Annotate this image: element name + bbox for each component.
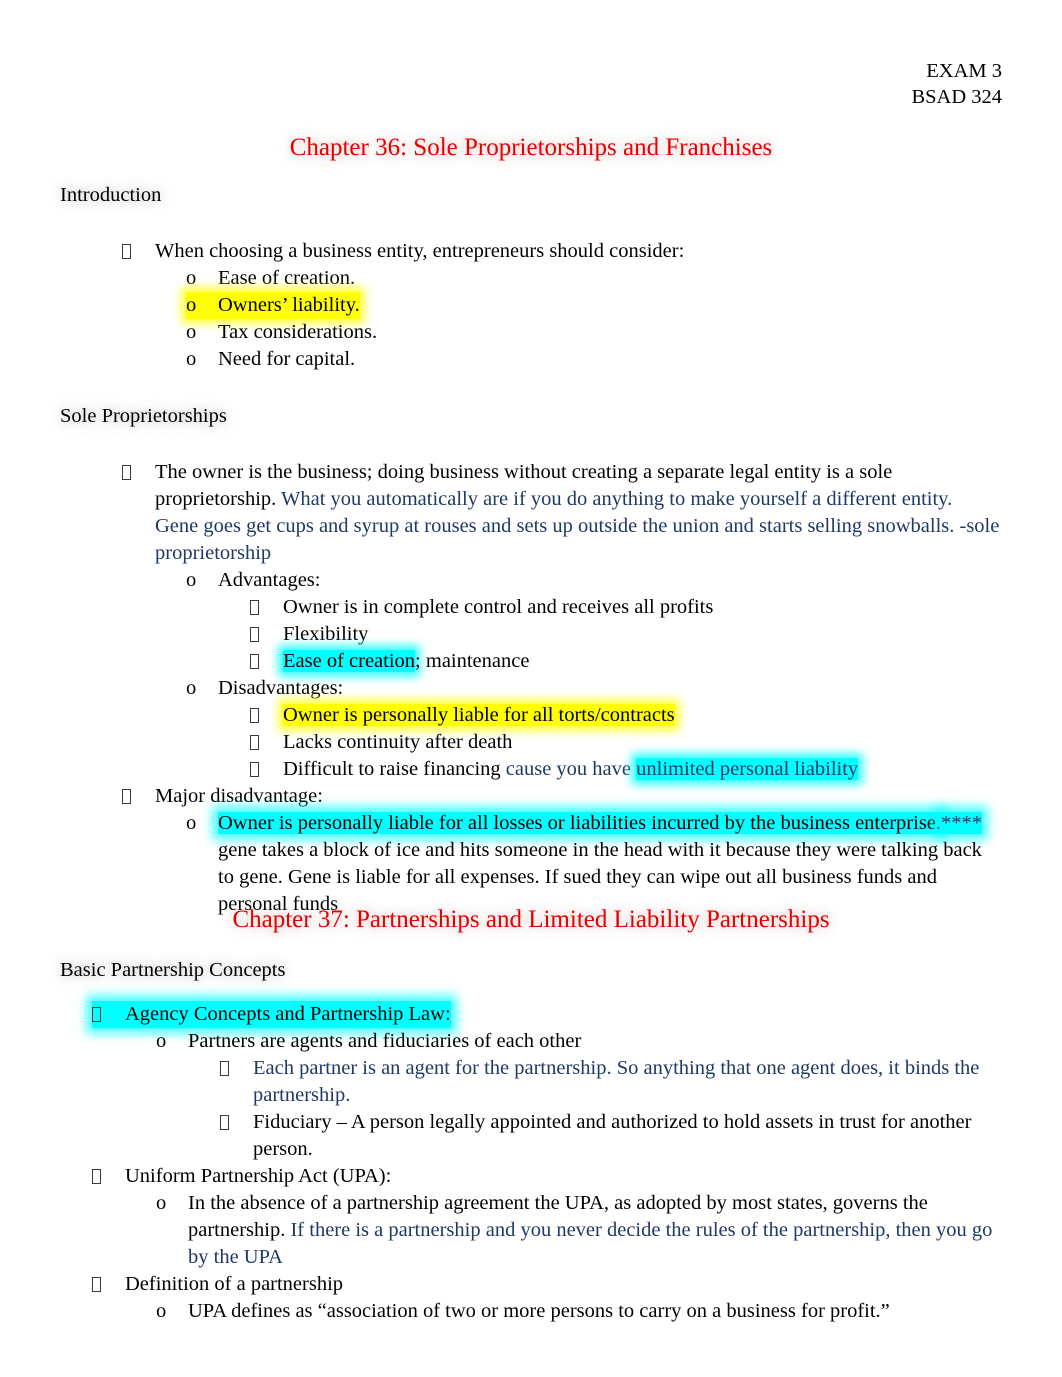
list-item-text: Ease of creation; maintenance	[283, 648, 1062, 675]
circle-bullet-icon: o	[186, 677, 197, 699]
circle-bullet-icon: o	[186, 348, 197, 370]
list-item-text-rest: gene takes a block of ice and hits someo…	[218, 839, 982, 915]
list-item: Fiduciary – A person legally appointed a…	[220, 1109, 1062, 1163]
course-label: BSAD 324	[911, 86, 1002, 108]
list-item-text: The owner is the business; doing busines…	[155, 459, 1000, 567]
list-item-text: Agency Concepts and Partnership Law:	[125, 1003, 451, 1025]
stars-marker: ****	[941, 812, 983, 834]
wingding-bullet-icon	[220, 1109, 253, 1136]
wingding-bullet-icon	[250, 594, 283, 621]
list-item-text: Need for capital.	[218, 348, 356, 370]
chapter-36-block: Chapter 36: Sole Proprietorships and Fra…	[0, 133, 1062, 918]
list-item-text: Owner is in complete control and receive…	[283, 596, 714, 618]
list-item-text: Disadvantages:	[218, 677, 344, 699]
wingding-bullet-icon	[122, 783, 155, 810]
chapter-37-block: Chapter 37: Partnerships and Limited Lia…	[0, 905, 1062, 1325]
heading-sole-proprietorships: Sole Proprietorships	[60, 405, 227, 427]
list-item-text: Lacks continuity after death	[283, 731, 513, 753]
circle-bullet-icon: o	[186, 294, 197, 316]
wingding-bullet-icon	[92, 1163, 125, 1190]
list-item: Uniform Partnership Act (UPA):	[92, 1163, 1062, 1190]
circle-bullet-icon: o	[156, 1192, 167, 1214]
wingding-bullet-icon	[250, 756, 283, 783]
list-item: Owner is in complete control and receive…	[250, 594, 1062, 621]
list-item: Flexibility	[250, 621, 1062, 648]
list-item-text: UPA defines as “association of two or mo…	[188, 1300, 890, 1322]
chapter-37-title: Chapter 37: Partnerships and Limited Lia…	[232, 906, 830, 933]
wingding-bullet-icon	[92, 1001, 125, 1028]
document-page: EXAM 3 BSAD 324 Chapter 36: Sole Proprie…	[0, 0, 1062, 1377]
circle-bullet-icon: o	[186, 267, 197, 289]
wingding-bullet-icon	[220, 1055, 253, 1082]
list-item: When choosing a business entity, entrepr…	[122, 238, 1062, 265]
list-item-text: Advantages:	[218, 569, 321, 591]
document-header: EXAM 3 BSAD 324	[911, 58, 1002, 110]
list-item: Owner is personally liable for all torts…	[250, 702, 1062, 729]
wingding-bullet-icon	[250, 729, 283, 756]
highlighted-text: Owner is personally liable for all torts…	[283, 704, 675, 726]
annotation-text: cause you have	[505, 758, 637, 780]
sole-prop-annotation: What you automatically are if you do any…	[155, 488, 1000, 564]
list-item-text: When choosing a business entity, entrepr…	[155, 240, 685, 262]
list-item-text: Major disadvantage:	[155, 785, 323, 807]
list-item: o Owners’ liability.	[186, 292, 1062, 319]
list-item: o Ease of creation.	[186, 265, 1062, 292]
list-item: Definition of a partnership	[92, 1271, 1062, 1298]
list-item-text: Owners’ liability.	[218, 294, 360, 316]
circle-bullet-icon: o	[186, 569, 197, 591]
list-item: o UPA defines as “association of two or …	[156, 1298, 1062, 1325]
list-item: o Owner is personally liable for all los…	[186, 810, 1062, 918]
list-item: o Tax considerations.	[186, 319, 1062, 346]
list-item-text: Fiduciary – A person legally appointed a…	[253, 1111, 972, 1160]
wingding-bullet-icon	[250, 648, 283, 675]
heading-introduction: Introduction	[60, 184, 162, 206]
list-item-text: Each partner is an agent for the partner…	[253, 1057, 980, 1106]
wingding-bullet-icon	[250, 621, 283, 648]
list-item-text: Difficult to raise financing	[283, 758, 506, 780]
list-item: Each partner is an agent for the partner…	[220, 1055, 1062, 1109]
chapter-36-title: Chapter 36: Sole Proprietorships and Fra…	[289, 134, 773, 161]
list-item: o Advantages:	[186, 567, 1062, 594]
highlighted-text: Owner is personally liable for all losse…	[218, 812, 942, 834]
list-item: The owner is the business; doing busines…	[122, 459, 1062, 567]
circle-bullet-icon: o	[156, 1030, 167, 1052]
list-item-text: Uniform Partnership Act (UPA):	[125, 1165, 392, 1187]
annotation-text: If there is a partnership and you never …	[188, 1219, 993, 1268]
exam-label: EXAM 3	[926, 60, 1002, 82]
list-item-text: Flexibility	[283, 623, 369, 645]
list-item: o In the absence of a partnership agreem…	[156, 1190, 1062, 1271]
list-item: Major disadvantage:	[122, 783, 1062, 810]
list-item: Difficult to raise financing cause you h…	[250, 756, 1062, 783]
list-item: o Partners are agents and fiduciaries of…	[156, 1028, 1062, 1055]
circle-bullet-icon: o	[186, 321, 197, 343]
circle-bullet-icon: o	[156, 1300, 167, 1322]
list-item-text: Tax considerations.	[218, 321, 378, 343]
wingding-bullet-icon	[122, 238, 155, 265]
list-item: Lacks continuity after death	[250, 729, 1062, 756]
list-item-text-rest: ; maintenance	[415, 650, 530, 672]
list-item: Ease of creation; maintenance	[250, 648, 1062, 675]
highlighted-text: Ease of creation	[283, 650, 416, 672]
circle-bullet-icon: o	[186, 812, 197, 834]
list-item: Agency Concepts and Partnership Law:	[92, 1001, 1062, 1028]
list-item: o Need for capital.	[186, 346, 1062, 373]
list-item: o Disadvantages:	[186, 675, 1062, 702]
heading-basic-partnership-concepts: Basic Partnership Concepts	[60, 959, 286, 981]
wingding-bullet-icon	[250, 702, 283, 729]
list-item-text: Ease of creation.	[218, 267, 356, 289]
list-item-text: Definition of a partnership	[125, 1273, 344, 1295]
list-item-text: Partners are agents and fiduciaries of e…	[188, 1030, 582, 1052]
highlighted-text: unlimited personal liability	[636, 758, 859, 780]
wingding-bullet-icon	[92, 1271, 125, 1298]
wingding-bullet-icon	[122, 459, 155, 486]
